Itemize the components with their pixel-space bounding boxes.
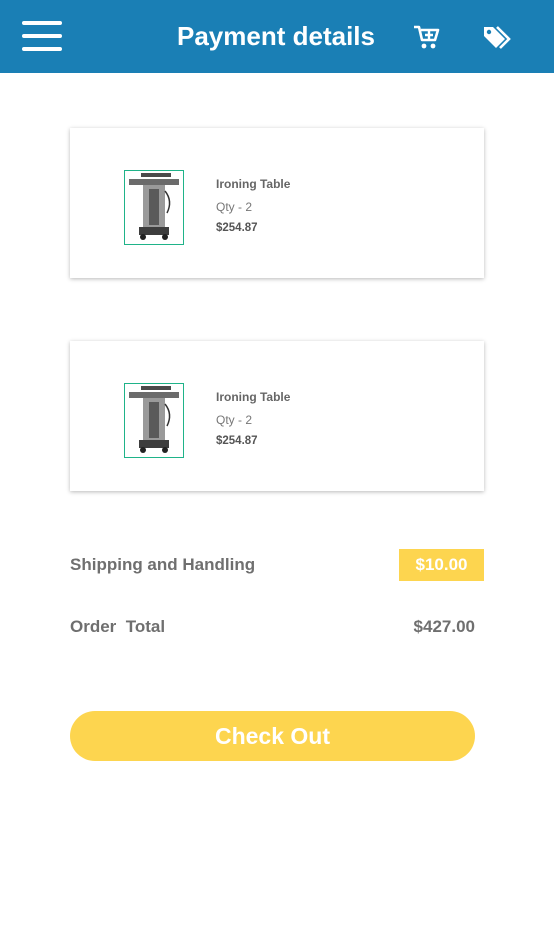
- item-name: Ironing Table: [216, 177, 291, 191]
- item-name: Ironing Table: [216, 390, 291, 404]
- shipping-label: Shipping and Handling: [70, 555, 256, 574]
- tags-icon[interactable]: [482, 24, 514, 52]
- ironing-table-image: [124, 170, 184, 245]
- cart-item-card[interactable]: Ironing Table Qty - 2 $254.87: [70, 128, 484, 278]
- order-total-label: Order Total: [70, 617, 166, 636]
- shipping-value-badge: $10.00: [399, 549, 484, 581]
- add-to-cart-icon[interactable]: [413, 24, 441, 50]
- app-bar: Payment details: [0, 0, 554, 73]
- page-title: Payment details: [177, 21, 375, 51]
- item-quantity: Qty - 2: [216, 413, 253, 427]
- item-quantity: Qty - 2: [216, 200, 253, 214]
- item-price: $254.87: [216, 222, 258, 234]
- cart-item-card[interactable]: Ironing Table Qty - 2 $254.87: [70, 341, 484, 491]
- order-total-value: $427.00: [413, 617, 475, 636]
- item-price: $254.87: [216, 435, 258, 447]
- ironing-table-image: [124, 383, 184, 458]
- checkout-button[interactable]: Check Out: [70, 711, 475, 761]
- menu-icon[interactable]: [22, 21, 62, 53]
